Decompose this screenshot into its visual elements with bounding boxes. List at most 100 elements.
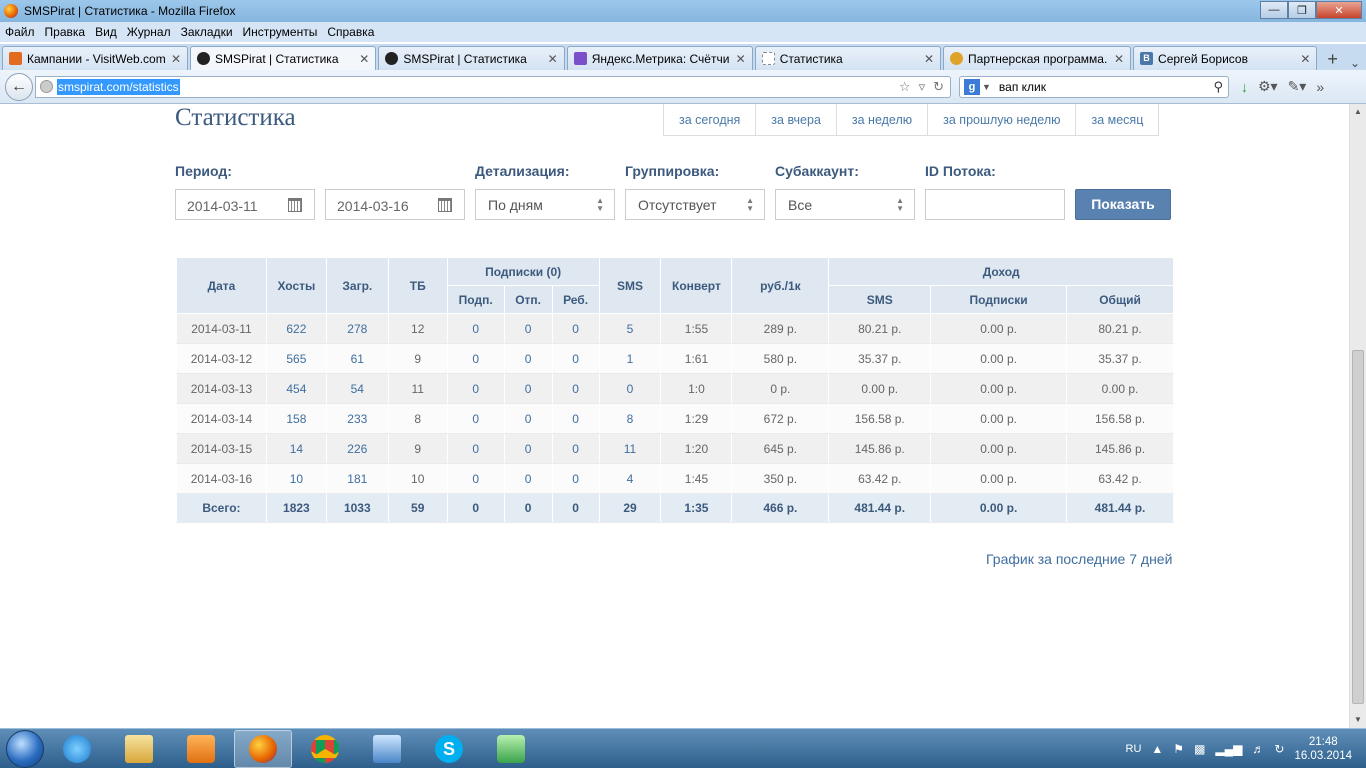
menu-history[interactable]: Журнал: [122, 25, 176, 39]
taskbar-ie[interactable]: [48, 730, 106, 768]
menu-bookmarks[interactable]: Закладки: [176, 25, 238, 39]
taskbar-explorer[interactable]: [110, 730, 168, 768]
cell-hosts[interactable]: 10: [265, 463, 327, 494]
cell-subs-sub[interactable]: 0: [446, 433, 505, 464]
cell-hosts[interactable]: 622: [265, 313, 327, 344]
search-input[interactable]: вап клик: [999, 80, 1214, 94]
tab-list-icon[interactable]: ⌄: [1344, 56, 1366, 70]
tray-expand-icon[interactable]: ▲: [1151, 742, 1163, 756]
cell-subs-sub[interactable]: 0: [446, 373, 505, 404]
cell-subs-sub[interactable]: 0: [446, 343, 505, 374]
link-last-week[interactable]: за прошлую неделю: [927, 104, 1075, 135]
calendar-icon[interactable]: [438, 198, 452, 212]
scroll-up-icon[interactable]: ▲: [1350, 104, 1366, 120]
action-center-flag-icon[interactable]: ⚑: [1173, 742, 1184, 756]
cell-sms[interactable]: 5: [598, 313, 662, 344]
cell-hosts[interactable]: 158: [265, 403, 327, 434]
cell-subs-unsub[interactable]: 0: [503, 433, 553, 464]
tray-app-icon[interactable]: ▩: [1194, 742, 1205, 756]
cell-subs-reb[interactable]: 0: [551, 313, 600, 344]
bookmark-star-icon[interactable]: ☆: [899, 79, 911, 95]
menu-chevron-icon[interactable]: »: [1316, 79, 1324, 95]
group-select[interactable]: Отсутствует ▲ ▼: [625, 189, 765, 220]
taskbar-skype[interactable]: S: [420, 730, 478, 768]
back-button[interactable]: ←: [5, 72, 33, 101]
link-today[interactable]: за сегодня: [664, 104, 755, 135]
cell-subs-reb[interactable]: 0: [551, 403, 600, 434]
google-search-engine-icon[interactable]: g: [964, 78, 980, 95]
link-week[interactable]: за неделю: [835, 104, 927, 135]
menu-help[interactable]: Справка: [322, 25, 379, 39]
cell-sms[interactable]: 8: [598, 403, 662, 434]
cell-loads[interactable]: 54: [325, 373, 389, 404]
cell-sms[interactable]: 11: [598, 433, 662, 464]
tab-visitweb[interactable]: Кампании - VisitWeb.com ✕: [2, 46, 188, 70]
subaccount-select[interactable]: Все ▲ ▼: [775, 189, 915, 220]
new-tab-button[interactable]: +: [1321, 49, 1344, 70]
cell-subs-sub[interactable]: 0: [446, 403, 505, 434]
maximize-button[interactable]: ❐: [1288, 1, 1316, 19]
network-signal-icon[interactable]: ▂▄▆: [1215, 742, 1242, 756]
url-dropdown-icon[interactable]: ▿: [919, 79, 926, 95]
taskbar-utility[interactable]: [482, 730, 540, 768]
url-text[interactable]: smspirat.com/statistics: [57, 78, 180, 95]
cell-hosts[interactable]: 565: [265, 343, 327, 374]
cell-loads[interactable]: 61: [325, 343, 389, 374]
search-engine-dropdown-icon[interactable]: ▼: [982, 82, 991, 92]
show-button[interactable]: Показать: [1075, 189, 1171, 220]
stream-id-input[interactable]: [925, 189, 1065, 220]
menu-tools[interactable]: Инструменты: [238, 25, 323, 39]
close-tab-icon[interactable]: ✕: [548, 52, 558, 66]
minimize-button[interactable]: —: [1260, 1, 1288, 19]
cell-loads[interactable]: 181: [325, 463, 389, 494]
cell-subs-unsub[interactable]: 0: [503, 313, 553, 344]
cell-subs-reb[interactable]: 0: [551, 373, 600, 404]
cell-subs-unsub[interactable]: 0: [503, 343, 553, 374]
taskbar-app[interactable]: [358, 730, 416, 768]
cell-sms[interactable]: 0: [598, 373, 662, 404]
taskbar-media-player[interactable]: [172, 730, 230, 768]
close-tab-icon[interactable]: ✕: [1114, 52, 1124, 66]
taskbar-chrome[interactable]: [296, 730, 354, 768]
start-button[interactable]: [6, 729, 44, 768]
cell-hosts[interactable]: 454: [265, 373, 327, 404]
cell-subs-reb[interactable]: 0: [551, 343, 600, 374]
cell-hosts[interactable]: 14: [265, 433, 327, 464]
cell-subs-reb[interactable]: 0: [551, 463, 600, 494]
detail-select[interactable]: По дням ▲ ▼: [475, 189, 615, 220]
close-tab-icon[interactable]: ✕: [171, 52, 181, 66]
tray-sync-icon[interactable]: ↻: [1274, 742, 1284, 756]
scroll-down-icon[interactable]: ▼: [1350, 712, 1366, 728]
tab-vk-profile[interactable]: В Сергей Борисов ✕: [1133, 46, 1318, 70]
link-yesterday[interactable]: за вчера: [755, 104, 836, 135]
address-bar[interactable]: smspirat.com/statistics ☆ ▿ ↻: [35, 75, 951, 98]
graph-last-7-days-link[interactable]: График за последние 7 дней: [986, 551, 1172, 567]
date-from-field[interactable]: 2014-03-11: [175, 189, 315, 220]
reload-icon[interactable]: ↻: [933, 79, 944, 95]
close-tab-icon[interactable]: ✕: [359, 52, 369, 66]
download-arrow-icon[interactable]: ↓: [1241, 79, 1248, 95]
tab-smspirat-active[interactable]: SMSPirat | Статистика ✕: [190, 46, 377, 70]
menu-edit[interactable]: Правка: [40, 25, 91, 39]
cell-subs-unsub[interactable]: 0: [503, 373, 553, 404]
cell-subs-sub[interactable]: 0: [446, 463, 505, 494]
calendar-icon[interactable]: [288, 198, 302, 212]
tab-smspirat[interactable]: SMSPirat | Статистика ✕: [378, 46, 565, 70]
tab-partner-program[interactable]: Партнерская программа... ✕: [943, 46, 1132, 70]
close-tab-icon[interactable]: ✕: [924, 52, 934, 66]
date-to-field[interactable]: 2014-03-16: [325, 189, 465, 220]
cell-subs-unsub[interactable]: 0: [503, 463, 553, 494]
vertical-scrollbar[interactable]: ▲ ▼: [1349, 104, 1366, 728]
cell-loads[interactable]: 278: [325, 313, 389, 344]
search-icon[interactable]: ⚲: [1213, 79, 1223, 95]
cell-loads[interactable]: 226: [325, 433, 389, 464]
link-month[interactable]: за месяц: [1075, 104, 1158, 135]
clock[interactable]: 21:48 16.03.2014: [1294, 735, 1352, 763]
close-window-button[interactable]: ✕: [1316, 1, 1362, 19]
tab-yandex-metrika[interactable]: Яндекс.Метрика: Счётчики ✕: [566, 46, 753, 70]
close-tab-icon[interactable]: ✕: [1300, 52, 1310, 66]
cell-sms[interactable]: 4: [598, 463, 662, 494]
close-tab-icon[interactable]: ✕: [736, 52, 746, 66]
cell-sms[interactable]: 1: [598, 343, 662, 374]
addon-icon[interactable]: ⚙▾: [1258, 78, 1278, 95]
